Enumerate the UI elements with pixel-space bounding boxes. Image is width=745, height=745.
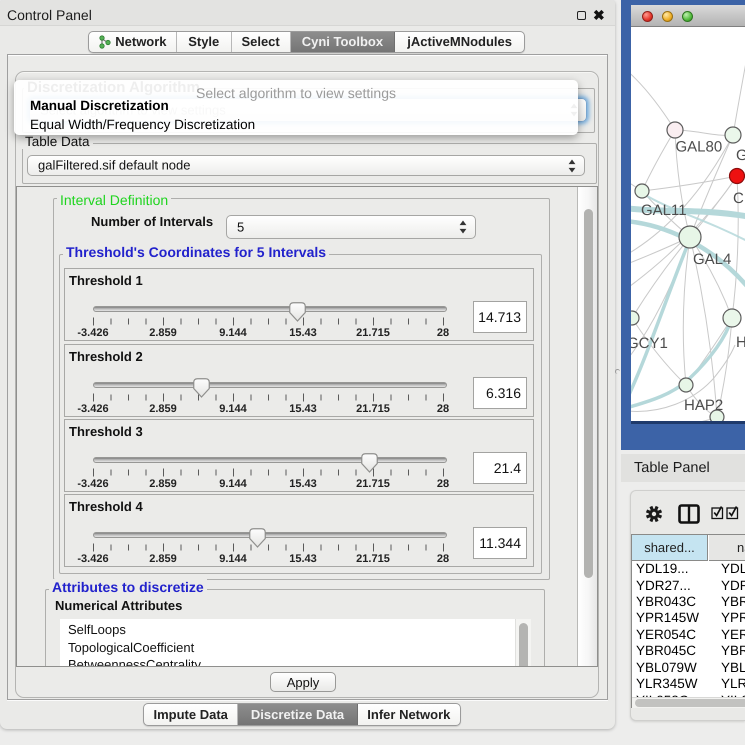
svg-text:GAL11: GAL11	[641, 202, 687, 219]
svg-text:C..: C..	[733, 190, 745, 207]
svg-text:HAP2: HAP2	[684, 397, 723, 414]
svg-text:GAL80: GAL80	[676, 139, 723, 156]
svg-text:G..: G..	[736, 147, 745, 164]
svg-text:GAL4: GAL4	[693, 251, 731, 268]
svg-text:H: H	[736, 334, 745, 351]
svg-text:GCY1: GCY1	[631, 335, 668, 352]
